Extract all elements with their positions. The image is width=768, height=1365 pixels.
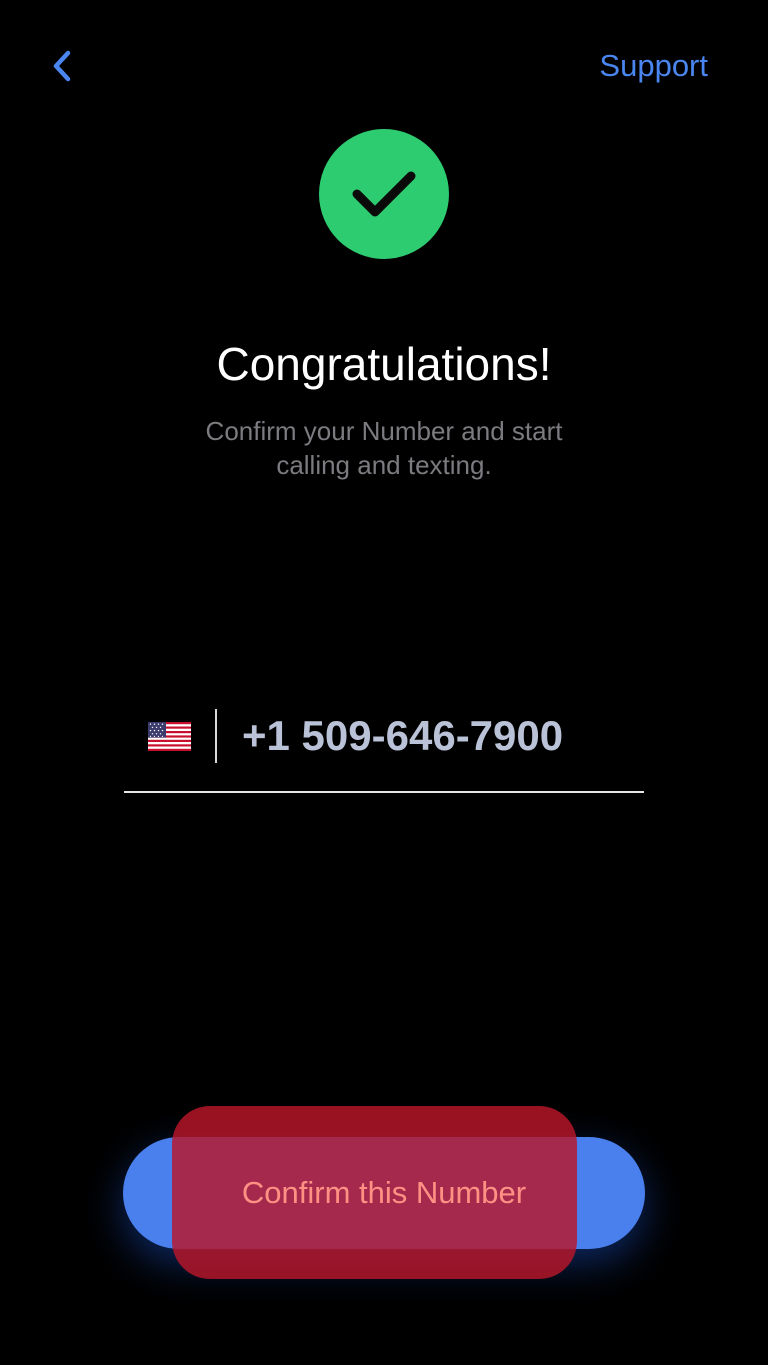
us-flag-icon: [148, 722, 191, 751]
support-link[interactable]: Support: [599, 46, 708, 86]
phone-number-value: +1 509-646-7900: [242, 712, 564, 759]
field-divider: [215, 709, 217, 763]
page-title: Congratulations!: [216, 338, 552, 390]
phone-number-field[interactable]: +1 509-646-7900: [124, 705, 644, 769]
chevron-left-icon: [53, 50, 71, 82]
success-badge: [319, 129, 449, 259]
back-button[interactable]: [38, 42, 86, 90]
checkmark-icon: [352, 171, 416, 217]
confirm-number-label[interactable]: Confirm this Number: [123, 1137, 645, 1249]
field-underline: [124, 791, 644, 793]
page-subtitle: Confirm your Number and start calling an…: [205, 416, 563, 480]
